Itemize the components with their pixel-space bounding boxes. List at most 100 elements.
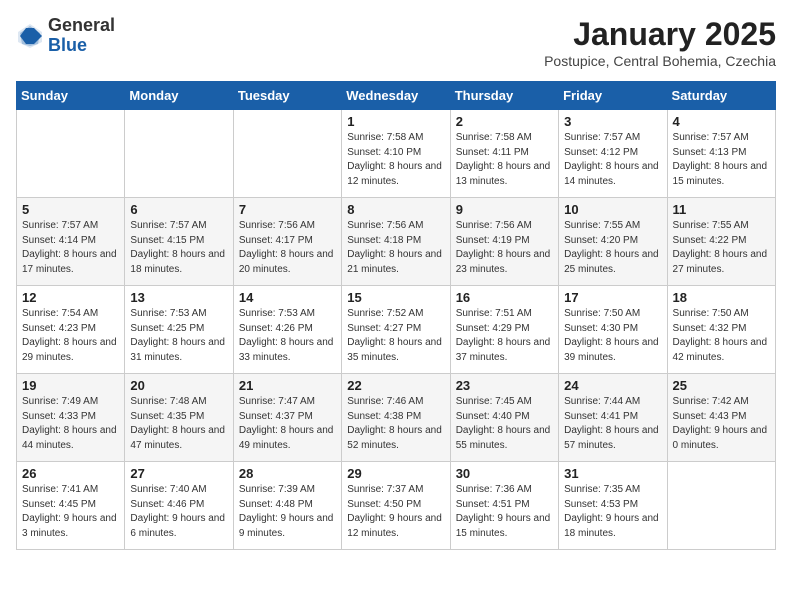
weekday-header: Thursday [450,82,558,110]
weekday-header: Friday [559,82,667,110]
day-number: 15 [347,290,444,305]
day-detail: Sunrise: 7:56 AM Sunset: 4:18 PM Dayligh… [347,219,444,277]
day-number: 27 [130,466,227,481]
day-detail: Sunrise: 7:57 AM Sunset: 4:12 PM Dayligh… [564,131,661,189]
day-detail: Sunrise: 7:58 AM Sunset: 4:10 PM Dayligh… [347,131,444,189]
calendar-day-cell: 9Sunrise: 7:56 AM Sunset: 4:19 PM Daylig… [450,198,558,286]
calendar-day-cell [233,110,341,198]
calendar-day-cell: 1 Sunrise: 7:58 AM Sunset: 4:10 PM Daylig… [342,110,450,198]
calendar-header-row: SundayMondayTuesdayWednesdayThursdayFrid… [17,82,776,110]
calendar-day-cell: 20 Sunrise: 7:48 AM Sunset: 4:35 PM Dayli… [125,374,233,462]
day-detail: Sunrise: 7:45 AM Sunset: 4:40 PM Dayligh… [456,395,553,453]
day-number: 31 [564,466,661,481]
calendar-day-cell: 14 Sunrise: 7:53 AM Sunset: 4:26 PM Dayli… [233,286,341,374]
calendar-day-cell: 2 Sunrise: 7:58 AM Sunset: 4:11 PM Daylig… [450,110,558,198]
day-number: 8 [347,202,444,217]
day-number: 21 [239,378,336,393]
weekday-header: Sunday [17,82,125,110]
calendar-day-cell: 16 Sunrise: 7:51 AM Sunset: 4:29 PM Dayli… [450,286,558,374]
day-detail: Sunrise: 7:53 AM Sunset: 4:26 PM Dayligh… [239,307,336,365]
calendar-day-cell: 29 Sunrise: 7:37 AM Sunset: 4:50 PM Dayli… [342,462,450,550]
day-number: 7 [239,202,336,217]
day-number: 11 [673,202,770,217]
day-number: 29 [347,466,444,481]
calendar-day-cell: 22 Sunrise: 7:46 AM Sunset: 4:38 PM Dayli… [342,374,450,462]
day-number: 17 [564,290,661,305]
day-detail: Sunrise: 7:42 AM Sunset: 4:43 PM Dayligh… [673,395,770,453]
day-detail: Sunrise: 7:52 AM Sunset: 4:27 PM Dayligh… [347,307,444,365]
day-number: 10 [564,202,661,217]
calendar-day-cell: 19Sunrise: 7:49 AM Sunset: 4:33 PM Dayli… [17,374,125,462]
calendar-day-cell: 24 Sunrise: 7:44 AM Sunset: 4:41 PM Dayli… [559,374,667,462]
day-detail: Sunrise: 7:50 AM Sunset: 4:32 PM Dayligh… [673,307,770,365]
calendar-day-cell: 15 Sunrise: 7:52 AM Sunset: 4:27 PM Dayli… [342,286,450,374]
logo-text: General Blue [48,16,115,56]
calendar-day-cell [125,110,233,198]
day-number: 1 [347,114,444,129]
calendar-day-cell: 30Sunrise: 7:36 AM Sunset: 4:51 PM Dayli… [450,462,558,550]
calendar-day-cell: 10 Sunrise: 7:55 AM Sunset: 4:20 PM Dayli… [559,198,667,286]
weekday-header: Monday [125,82,233,110]
calendar-week-row: 1 Sunrise: 7:58 AM Sunset: 4:10 PM Daylig… [17,110,776,198]
day-number: 20 [130,378,227,393]
day-number: 12 [22,290,119,305]
day-detail: Sunrise: 7:55 AM Sunset: 4:20 PM Dayligh… [564,219,661,277]
day-number: 25 [673,378,770,393]
day-number: 14 [239,290,336,305]
day-number: 2 [456,114,553,129]
calendar-week-row: 26Sunrise: 7:41 AM Sunset: 4:45 PM Dayli… [17,462,776,550]
calendar-day-cell: 26Sunrise: 7:41 AM Sunset: 4:45 PM Dayli… [17,462,125,550]
calendar-day-cell: 13 Sunrise: 7:53 AM Sunset: 4:25 PM Dayli… [125,286,233,374]
calendar-week-row: 12 Sunrise: 7:54 AM Sunset: 4:23 PM Dayli… [17,286,776,374]
day-detail: Sunrise: 7:56 AM Sunset: 4:17 PM Dayligh… [239,219,336,277]
day-detail: Sunrise: 7:49 AM Sunset: 4:33 PM Dayligh… [22,395,119,453]
day-number: 6 [130,202,227,217]
calendar-day-cell: 11Sunrise: 7:55 AM Sunset: 4:22 PM Dayli… [667,198,775,286]
day-number: 22 [347,378,444,393]
day-detail: Sunrise: 7:39 AM Sunset: 4:48 PM Dayligh… [239,483,336,541]
calendar-day-cell: 4Sunrise: 7:57 AM Sunset: 4:13 PM Daylig… [667,110,775,198]
day-detail: Sunrise: 7:53 AM Sunset: 4:25 PM Dayligh… [130,307,227,365]
calendar-table: SundayMondayTuesdayWednesdayThursdayFrid… [16,81,776,550]
day-number: 4 [673,114,770,129]
calendar-week-row: 19Sunrise: 7:49 AM Sunset: 4:33 PM Dayli… [17,374,776,462]
calendar-day-cell: 31 Sunrise: 7:35 AM Sunset: 4:53 PM Dayli… [559,462,667,550]
day-detail: Sunrise: 7:48 AM Sunset: 4:35 PM Dayligh… [130,395,227,453]
weekday-header: Wednesday [342,82,450,110]
day-number: 23 [456,378,553,393]
title-block: January 2025 Postupice, Central Bohemia,… [544,16,776,69]
day-number: 13 [130,290,227,305]
calendar-day-cell: 6 Sunrise: 7:57 AM Sunset: 4:15 PM Daylig… [125,198,233,286]
logo-general: General [48,16,115,36]
day-number: 5 [22,202,119,217]
day-number: 3 [564,114,661,129]
calendar-day-cell: 18Sunrise: 7:50 AM Sunset: 4:32 PM Dayli… [667,286,775,374]
day-detail: Sunrise: 7:58 AM Sunset: 4:11 PM Dayligh… [456,131,553,189]
day-detail: Sunrise: 7:46 AM Sunset: 4:38 PM Dayligh… [347,395,444,453]
day-detail: Sunrise: 7:54 AM Sunset: 4:23 PM Dayligh… [22,307,119,365]
calendar-day-cell: 28 Sunrise: 7:39 AM Sunset: 4:48 PM Dayli… [233,462,341,550]
day-number: 24 [564,378,661,393]
day-detail: Sunrise: 7:44 AM Sunset: 4:41 PM Dayligh… [564,395,661,453]
day-number: 28 [239,466,336,481]
calendar-day-cell: 5Sunrise: 7:57 AM Sunset: 4:14 PM Daylig… [17,198,125,286]
day-detail: Sunrise: 7:56 AM Sunset: 4:19 PM Dayligh… [456,219,553,277]
calendar-week-row: 5Sunrise: 7:57 AM Sunset: 4:14 PM Daylig… [17,198,776,286]
calendar-day-cell: 7 Sunrise: 7:56 AM Sunset: 4:17 PM Daylig… [233,198,341,286]
day-detail: Sunrise: 7:57 AM Sunset: 4:15 PM Dayligh… [130,219,227,277]
day-detail: Sunrise: 7:36 AM Sunset: 4:51 PM Dayligh… [456,483,553,541]
calendar-day-cell: 25 Sunrise: 7:42 AM Sunset: 4:43 PM Dayli… [667,374,775,462]
day-detail: Sunrise: 7:35 AM Sunset: 4:53 PM Dayligh… [564,483,661,541]
logo: General Blue [16,16,115,56]
day-detail: Sunrise: 7:40 AM Sunset: 4:46 PM Dayligh… [130,483,227,541]
day-number: 16 [456,290,553,305]
calendar-day-cell: 21Sunrise: 7:47 AM Sunset: 4:37 PM Dayli… [233,374,341,462]
day-detail: Sunrise: 7:37 AM Sunset: 4:50 PM Dayligh… [347,483,444,541]
day-detail: Sunrise: 7:51 AM Sunset: 4:29 PM Dayligh… [456,307,553,365]
calendar-day-cell: 3 Sunrise: 7:57 AM Sunset: 4:12 PM Daylig… [559,110,667,198]
calendar-day-cell: 23 Sunrise: 7:45 AM Sunset: 4:40 PM Dayli… [450,374,558,462]
weekday-header: Tuesday [233,82,341,110]
weekday-header: Saturday [667,82,775,110]
logo-blue: Blue [48,36,115,56]
calendar-day-cell [17,110,125,198]
